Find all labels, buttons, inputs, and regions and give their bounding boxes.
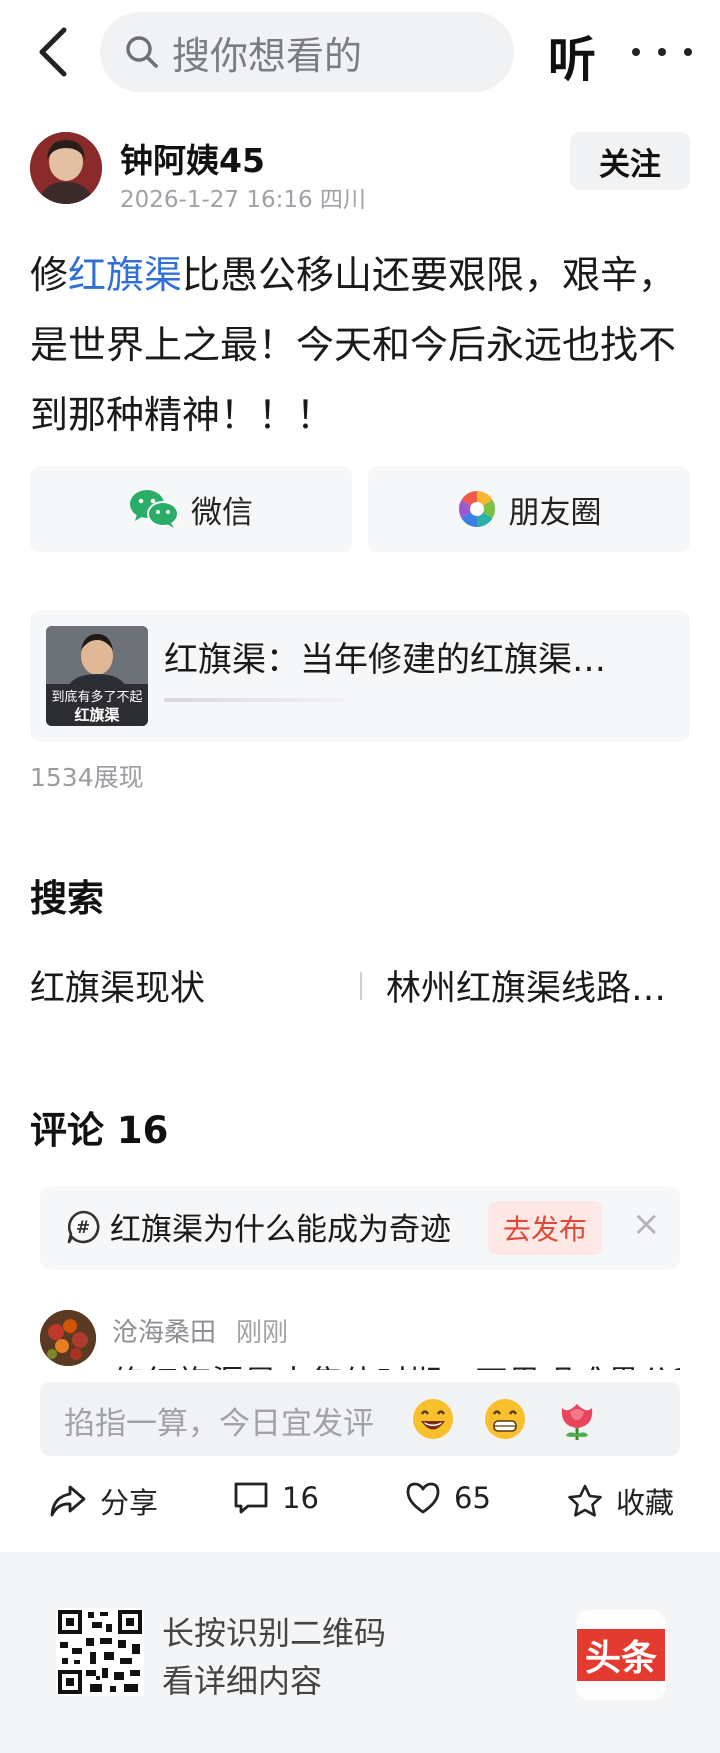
related-article-card[interactable]: 到底有多了不起 红旗渠 红旗渠：当年修建的红旗渠…	[30, 610, 690, 742]
comment-input-placeholder: 掐指一算，今日宜发评	[64, 1406, 374, 1442]
share-button[interactable]: 分享	[48, 1480, 158, 1522]
publish-topic-button[interactable]: 去发布	[488, 1201, 602, 1255]
follow-button[interactable]: 关注	[570, 132, 690, 190]
footer-line-2: 看详细内容	[162, 1662, 323, 1700]
star-icon	[566, 1483, 604, 1519]
moments-icon	[457, 489, 497, 529]
laughing-emoji-icon[interactable]	[410, 1396, 456, 1442]
search-section-title: 搜索	[30, 877, 104, 920]
comment-button[interactable]: 16	[232, 1480, 319, 1516]
search-input[interactable]: 搜你想看的	[100, 12, 514, 92]
view-count: 1534展现	[30, 763, 144, 792]
search-placeholder: 搜你想看的	[172, 33, 363, 78]
thumb-caption-2: 红旗渠	[74, 706, 120, 724]
share-label: 分享	[100, 1486, 159, 1520]
article-thumbnail: 到底有多了不起 红旗渠	[46, 626, 148, 726]
comment-icon	[232, 1480, 270, 1516]
grinning-emoji-icon[interactable]	[482, 1396, 528, 1442]
search-suggestion-1[interactable]: 红旗渠现状	[30, 960, 340, 1011]
post-body: 修红旗渠比愚公移山还要艰限，艰辛，是世界上之最！今天和今后永远也找不到那种精神！…	[30, 240, 695, 450]
qr-footer: 长按识别二维码 看详细内容 头条	[0, 1552, 720, 1753]
post-text-start: 修	[30, 253, 69, 297]
top-bar: 搜你想看的 听	[0, 0, 720, 104]
author-header: 钟阿姨45 2026-1-27 16:16 四川 关注	[30, 132, 690, 213]
comment-text: 修红旗渠是大集体时期，不畏艰难愚公移山	[112, 1356, 680, 1370]
comment-input[interactable]: 掐指一算，今日宜发评	[40, 1382, 680, 1456]
commenter-name[interactable]: 沧海桑田	[112, 1312, 216, 1349]
heart-icon	[404, 1480, 442, 1516]
favorite-label: 收藏	[616, 1486, 675, 1520]
comment-count: 16	[282, 1481, 319, 1515]
svg-text:#: #	[76, 1218, 90, 1238]
qr-code	[56, 1608, 144, 1696]
post-meta: 2026-1-27 16:16 四川	[120, 187, 366, 213]
like-button[interactable]: 65	[404, 1480, 491, 1516]
thumb-caption-1: 到底有多了不起	[51, 690, 143, 705]
listen-button[interactable]: 听	[548, 20, 596, 90]
search-icon	[126, 36, 158, 68]
bottom-action-bar: 分享 16 65 收藏	[0, 1470, 720, 1540]
share-moments-label: 朋友圈	[508, 494, 602, 531]
comments-title: 评论 16	[30, 1109, 169, 1152]
like-count: 65	[454, 1481, 491, 1515]
more-icon[interactable]	[632, 24, 692, 80]
share-moments-button[interactable]: 朋友圈	[368, 466, 690, 552]
avatar[interactable]	[30, 132, 102, 204]
divider	[360, 972, 362, 1000]
share-wechat-label: 微信	[191, 494, 253, 531]
wechat-icon	[129, 488, 179, 530]
article-title: 红旗渠：当年修建的红旗渠…	[164, 640, 606, 680]
footer-line-1: 长按识别二维码	[162, 1614, 387, 1652]
favorite-button[interactable]: 收藏	[566, 1480, 674, 1522]
article-subline	[164, 698, 344, 702]
share-wechat-button[interactable]: 微信	[30, 466, 352, 552]
rose-emoji-icon[interactable]	[554, 1396, 600, 1442]
author-name[interactable]: 钟阿姨45	[120, 134, 265, 182]
topic-text[interactable]: 红旗渠为什么能成为奇迹	[110, 1204, 451, 1249]
topic-prompt: # 红旗渠为什么能成为奇迹 去发布 ×	[40, 1186, 680, 1270]
commenter-avatar[interactable]	[40, 1310, 96, 1366]
post-topic-link[interactable]: 红旗渠	[68, 253, 182, 297]
logo-text: 头条	[577, 1629, 665, 1681]
comment-item: 沧海桑田 刚刚 修红旗渠是大集体时期，不畏艰难愚公移山	[40, 1310, 680, 1370]
comment-time: 刚刚	[236, 1318, 289, 1348]
back-icon[interactable]	[28, 22, 78, 82]
hashtag-icon: #	[66, 1210, 100, 1248]
share-icon	[48, 1483, 88, 1519]
toutiao-logo: 头条	[576, 1610, 666, 1700]
close-icon[interactable]: ×	[632, 1204, 661, 1244]
search-suggestion-2[interactable]: 林州红旗渠线路…	[386, 960, 676, 1011]
share-row: 微信 朋友圈	[30, 466, 690, 552]
